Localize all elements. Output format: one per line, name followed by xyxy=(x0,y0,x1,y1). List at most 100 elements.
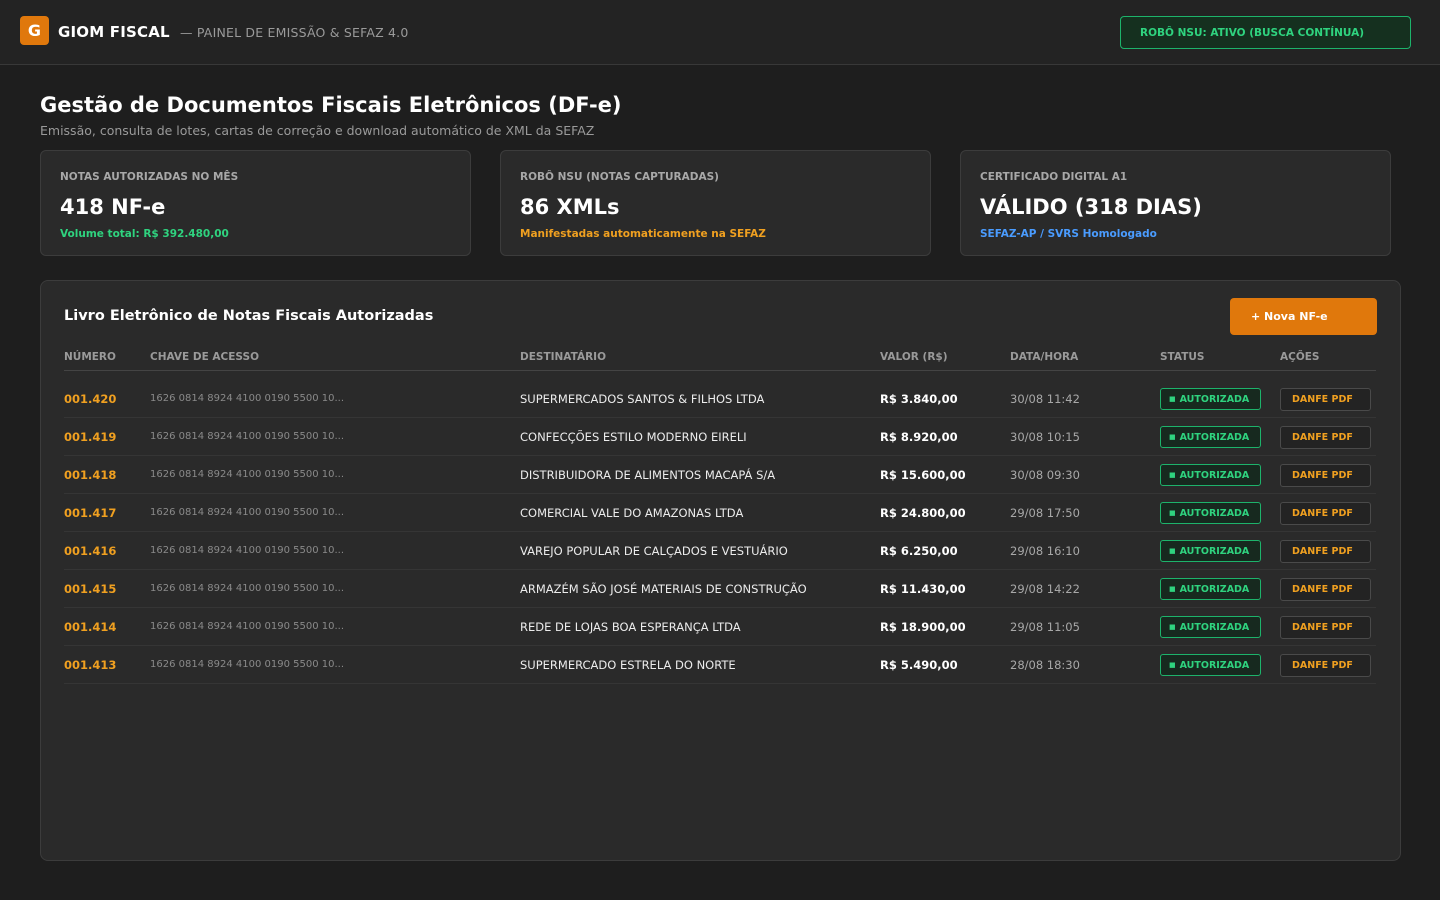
invoice-number[interactable]: 001.419 xyxy=(64,430,116,444)
invoice-value: R$ 15.600,00 xyxy=(880,468,966,482)
table-row[interactable]: 001.414 1626 0814 8924 4100 0190 5500 10.… xyxy=(64,608,1376,646)
status-label: AUTORIZADA xyxy=(1179,469,1250,481)
danfe-pdf-button[interactable]: DANFE PDF xyxy=(1280,426,1371,449)
column-header-valor: VALOR (R$) xyxy=(880,351,948,363)
danfe-pdf-button[interactable]: DANFE PDF xyxy=(1280,540,1371,563)
kpi-value: 418 NF-e xyxy=(60,195,166,219)
invoice-value: R$ 18.900,00 xyxy=(880,620,966,634)
column-header-destinatario: DESTINATÁRIO xyxy=(520,351,607,363)
danfe-pdf-button[interactable]: DANFE PDF xyxy=(1280,578,1371,601)
recipient-name: REDE DE LOJAS BOA ESPERANÇA LTDA xyxy=(520,620,741,634)
invoice-value: R$ 24.800,00 xyxy=(880,506,966,520)
table-row[interactable]: 001.417 1626 0814 8924 4100 0190 5500 10.… xyxy=(64,494,1376,532)
robot-status-badge: ROBÔ NSU: ATIVO (BUSCA CONTÍNUA) xyxy=(1120,16,1411,49)
column-header-status: STATUS xyxy=(1160,351,1205,363)
check-icon: ■ xyxy=(1169,661,1176,669)
check-icon: ■ xyxy=(1169,433,1176,441)
danfe-pdf-button[interactable]: DANFE PDF xyxy=(1280,654,1371,677)
column-header-chave: CHAVE DE ACESSO xyxy=(150,351,259,363)
page-title: Gestão de Documentos Fiscais Eletrônicos… xyxy=(40,93,622,117)
recipient-name: ARMAZÉM SÃO JOSÉ MATERIAIS DE CONSTRUÇÃO xyxy=(520,582,807,596)
status-badge: ■ AUTORIZADA xyxy=(1160,654,1261,676)
status-label: AUTORIZADA xyxy=(1179,545,1250,557)
status-label: AUTORIZADA xyxy=(1179,507,1250,519)
status-label: AUTORIZADA xyxy=(1179,393,1250,405)
kpi-note: Volume total: R$ 392.480,00 xyxy=(60,228,229,240)
danfe-pdf-button[interactable]: DANFE PDF xyxy=(1280,502,1371,525)
recipient-name: SUPERMERCADO ESTRELA DO NORTE xyxy=(520,658,736,672)
column-header-data: DATA/HORA xyxy=(1010,351,1079,363)
access-key: 1626 0814 8924 4100 0190 5500 10... xyxy=(150,469,345,480)
table-row[interactable]: 001.419 1626 0814 8924 4100 0190 5500 10.… xyxy=(64,418,1376,456)
status-badge: ■ AUTORIZADA xyxy=(1160,502,1261,524)
invoice-datetime: 30/08 11:42 xyxy=(1010,392,1080,406)
invoice-number[interactable]: 001.418 xyxy=(64,468,116,482)
kpi-note: SEFAZ-AP / SVRS Homologado xyxy=(980,228,1157,240)
status-label: AUTORIZADA xyxy=(1179,659,1250,671)
invoice-datetime: 29/08 16:10 xyxy=(1010,544,1080,558)
table-row[interactable]: 001.413 1626 0814 8924 4100 0190 5500 10.… xyxy=(64,646,1376,684)
column-header-acoes: AÇÕES xyxy=(1280,351,1320,363)
invoice-value: R$ 11.430,00 xyxy=(880,582,966,596)
new-nfe-button[interactable]: + Nova NF-e xyxy=(1230,298,1377,335)
recipient-name: VAREJO POPULAR DE CALÇADOS E VESTUÁRIO xyxy=(520,544,788,558)
invoice-datetime: 28/08 18:30 xyxy=(1010,658,1080,672)
table-row[interactable]: 001.418 1626 0814 8924 4100 0190 5500 10.… xyxy=(64,456,1376,494)
kpi-card-certificate: CERTIFICADO DIGITAL A1 VÁLIDO (318 DIAS)… xyxy=(960,150,1391,256)
danfe-pdf-button[interactable]: DANFE PDF xyxy=(1280,616,1371,639)
kpi-card-authorized: NOTAS AUTORIZADAS NO MÊS 418 NF-e Volume… xyxy=(40,150,471,256)
status-badge: ■ AUTORIZADA xyxy=(1160,578,1261,600)
status-label: AUTORIZADA xyxy=(1179,431,1250,443)
kpi-label: CERTIFICADO DIGITAL A1 xyxy=(980,171,1128,183)
check-icon: ■ xyxy=(1169,509,1176,517)
access-key: 1626 0814 8924 4100 0190 5500 10... xyxy=(150,659,345,670)
invoice-number[interactable]: 001.413 xyxy=(64,658,116,672)
table-row[interactable]: 001.420 1626 0814 8924 4100 0190 5500 10.… xyxy=(64,380,1376,418)
table-header: NÚMERO CHAVE DE ACESSO DESTINATÁRIO VALO… xyxy=(64,351,1376,371)
check-icon: ■ xyxy=(1169,471,1176,479)
access-key: 1626 0814 8924 4100 0190 5500 10... xyxy=(150,545,345,556)
access-key: 1626 0814 8924 4100 0190 5500 10... xyxy=(150,507,345,518)
invoice-number[interactable]: 001.420 xyxy=(64,392,116,406)
invoice-datetime: 30/08 10:15 xyxy=(1010,430,1080,444)
check-icon: ■ xyxy=(1169,395,1176,403)
danfe-pdf-button[interactable]: DANFE PDF xyxy=(1280,388,1371,411)
kpi-value: VÁLIDO (318 DIAS) xyxy=(980,195,1202,219)
invoices-panel: Livro Eletrônico de Notas Fiscais Autori… xyxy=(40,280,1401,861)
invoice-value: R$ 5.490,00 xyxy=(880,658,958,672)
access-key: 1626 0814 8924 4100 0190 5500 10... xyxy=(150,431,345,442)
brand-subtitle: — PAINEL DE EMISSÃO & SEFAZ 4.0 xyxy=(180,25,409,40)
recipient-name: DISTRIBUIDORA DE ALIMENTOS MACAPÁ S/A xyxy=(520,468,776,482)
invoice-datetime: 29/08 14:22 xyxy=(1010,582,1080,596)
invoice-value: R$ 3.840,00 xyxy=(880,392,958,406)
brand-name: GIOM FISCAL xyxy=(58,23,170,41)
invoice-value: R$ 8.920,00 xyxy=(880,430,958,444)
status-badge: ■ AUTORIZADA xyxy=(1160,616,1261,638)
status-badge: ■ AUTORIZADA xyxy=(1160,426,1261,448)
recipient-name: SUPERMERCADOS SANTOS & FILHOS LTDA xyxy=(520,392,765,406)
invoice-number[interactable]: 001.415 xyxy=(64,582,116,596)
page-subtitle: Emissão, consulta de lotes, cartas de co… xyxy=(40,123,595,138)
invoice-value: R$ 6.250,00 xyxy=(880,544,958,558)
table-row[interactable]: 001.415 1626 0814 8924 4100 0190 5500 10.… xyxy=(64,570,1376,608)
status-badge: ■ AUTORIZADA xyxy=(1160,540,1261,562)
check-icon: ■ xyxy=(1169,623,1176,631)
status-badge: ■ AUTORIZADA xyxy=(1160,464,1261,486)
table-row[interactable]: 001.416 1626 0814 8924 4100 0190 5500 10.… xyxy=(64,532,1376,570)
invoice-number[interactable]: 001.417 xyxy=(64,506,116,520)
kpi-note: Manifestadas automaticamente na SEFAZ xyxy=(520,228,766,240)
invoice-datetime: 29/08 17:50 xyxy=(1010,506,1080,520)
invoice-number[interactable]: 001.416 xyxy=(64,544,116,558)
recipient-name: CONFECÇÕES ESTILO MODERNO EIRELI xyxy=(520,430,747,444)
status-label: AUTORIZADA xyxy=(1179,621,1250,633)
check-icon: ■ xyxy=(1169,585,1176,593)
invoice-number[interactable]: 001.414 xyxy=(64,620,116,634)
status-label: AUTORIZADA xyxy=(1179,583,1250,595)
kpi-label: ROBÔ NSU (NOTAS CAPTURADAS) xyxy=(520,171,719,183)
access-key: 1626 0814 8924 4100 0190 5500 10... xyxy=(150,621,345,632)
kpi-label: NOTAS AUTORIZADAS NO MÊS xyxy=(60,171,239,183)
danfe-pdf-button[interactable]: DANFE PDF xyxy=(1280,464,1371,487)
recipient-name: COMERCIAL VALE DO AMAZONAS LTDA xyxy=(520,506,744,520)
access-key: 1626 0814 8924 4100 0190 5500 10... xyxy=(150,583,345,594)
column-header-numero: NÚMERO xyxy=(64,351,116,363)
